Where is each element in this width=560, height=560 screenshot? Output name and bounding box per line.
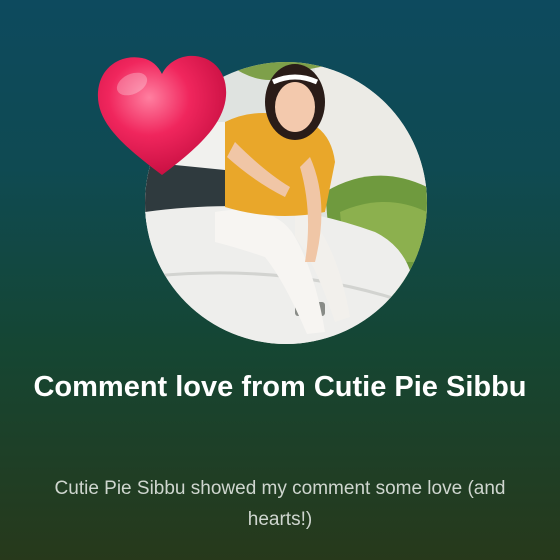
notification-subtitle: Cutie Pie Sibbu showed my comment some l… bbox=[54, 478, 506, 530]
heart-icon bbox=[97, 55, 227, 175]
notification-title: Comment love from Cutie Pie Sibbu bbox=[33, 371, 527, 403]
